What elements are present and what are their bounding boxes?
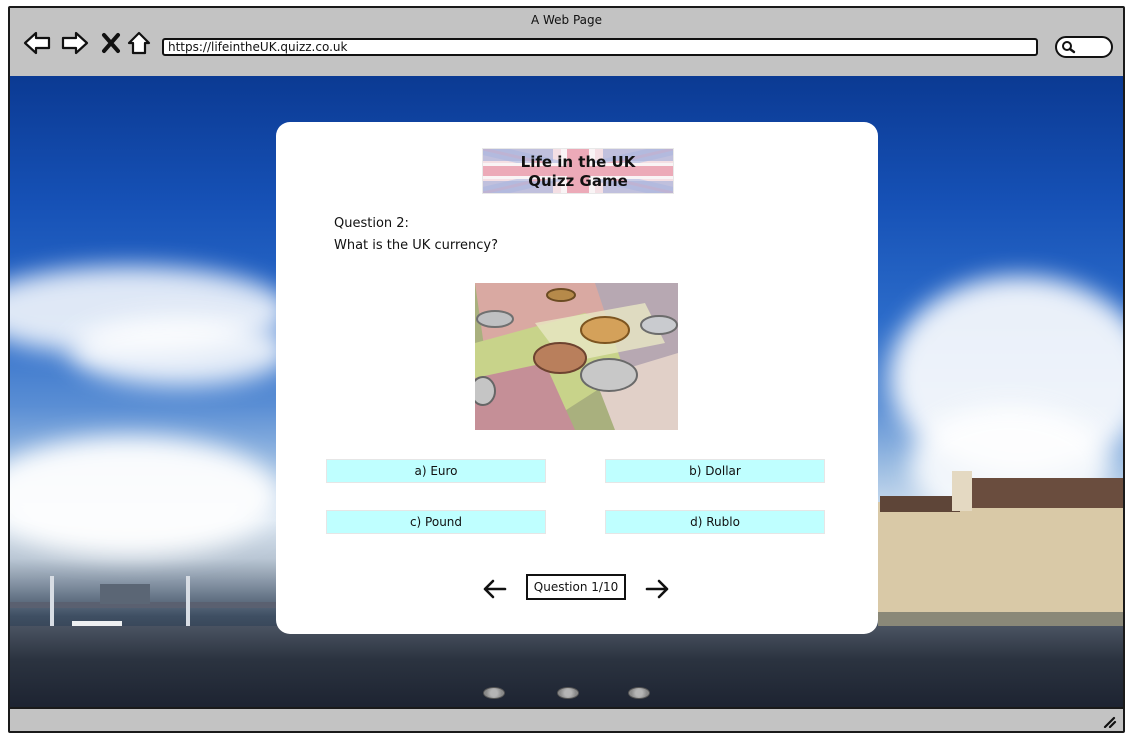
arrow-left-icon — [483, 579, 507, 599]
question-counter: Question 1/10 — [526, 574, 626, 600]
coins-banknotes-image — [475, 283, 678, 430]
quiz-title: Life in the UK Quizz Game — [483, 153, 673, 191]
arrow-right-icon — [645, 579, 669, 599]
quiz-title-line1: Life in the UK — [520, 153, 636, 171]
quiz-card: Life in the UK Quizz Game Question 2: Wh… — [276, 122, 878, 634]
answer-a-label: a) Euro — [414, 464, 458, 478]
browser-window: A Web Page https://lifeintheUK.quizz.co.… — [8, 6, 1125, 733]
forward-button[interactable] — [60, 28, 90, 58]
back-arrow-icon — [23, 31, 51, 55]
answer-d[interactable]: d) Rublo — [605, 510, 825, 534]
quiz-logo: Life in the UK Quizz Game — [482, 148, 674, 194]
forward-arrow-icon — [61, 31, 89, 55]
title-bar: A Web Page https://lifeintheUK.quizz.co.… — [10, 8, 1123, 78]
carousel-dot-3[interactable] — [628, 687, 650, 699]
next-question-button[interactable] — [644, 577, 670, 601]
quiz-title-line2: Quizz Game — [528, 172, 628, 190]
answer-b-label: b) Dollar — [689, 464, 741, 478]
carousel-dot-1[interactable] — [483, 687, 505, 699]
resize-grip-icon[interactable] — [1101, 714, 1117, 728]
search-button[interactable] — [1055, 36, 1113, 58]
page-viewport: Life in the UK Quizz Game Question 2: Wh… — [10, 76, 1123, 711]
question-text: What is the UK currency? — [334, 238, 498, 253]
question-number: Question 2: — [334, 216, 409, 231]
back-button[interactable] — [22, 28, 52, 58]
close-icon — [102, 33, 120, 53]
answer-c[interactable]: c) Pound — [326, 510, 546, 534]
window-title: A Web Page — [530, 13, 603, 27]
carousel-dot-2[interactable] — [557, 687, 579, 699]
home-button[interactable] — [124, 28, 154, 58]
stop-button[interactable] — [96, 28, 126, 58]
home-icon — [127, 31, 151, 55]
answer-b[interactable]: b) Dollar — [605, 459, 825, 483]
answer-a[interactable]: a) Euro — [326, 459, 546, 483]
previous-question-button[interactable] — [482, 577, 508, 601]
address-bar[interactable]: https://lifeintheUK.quizz.co.uk — [162, 38, 1038, 56]
answer-c-label: c) Pound — [409, 515, 463, 529]
question-image — [475, 283, 678, 430]
answer-d-label: d) Rublo — [690, 515, 740, 529]
status-bar — [10, 707, 1123, 731]
address-url: https://lifeintheUK.quizz.co.uk — [168, 40, 348, 54]
search-icon — [1062, 41, 1076, 54]
